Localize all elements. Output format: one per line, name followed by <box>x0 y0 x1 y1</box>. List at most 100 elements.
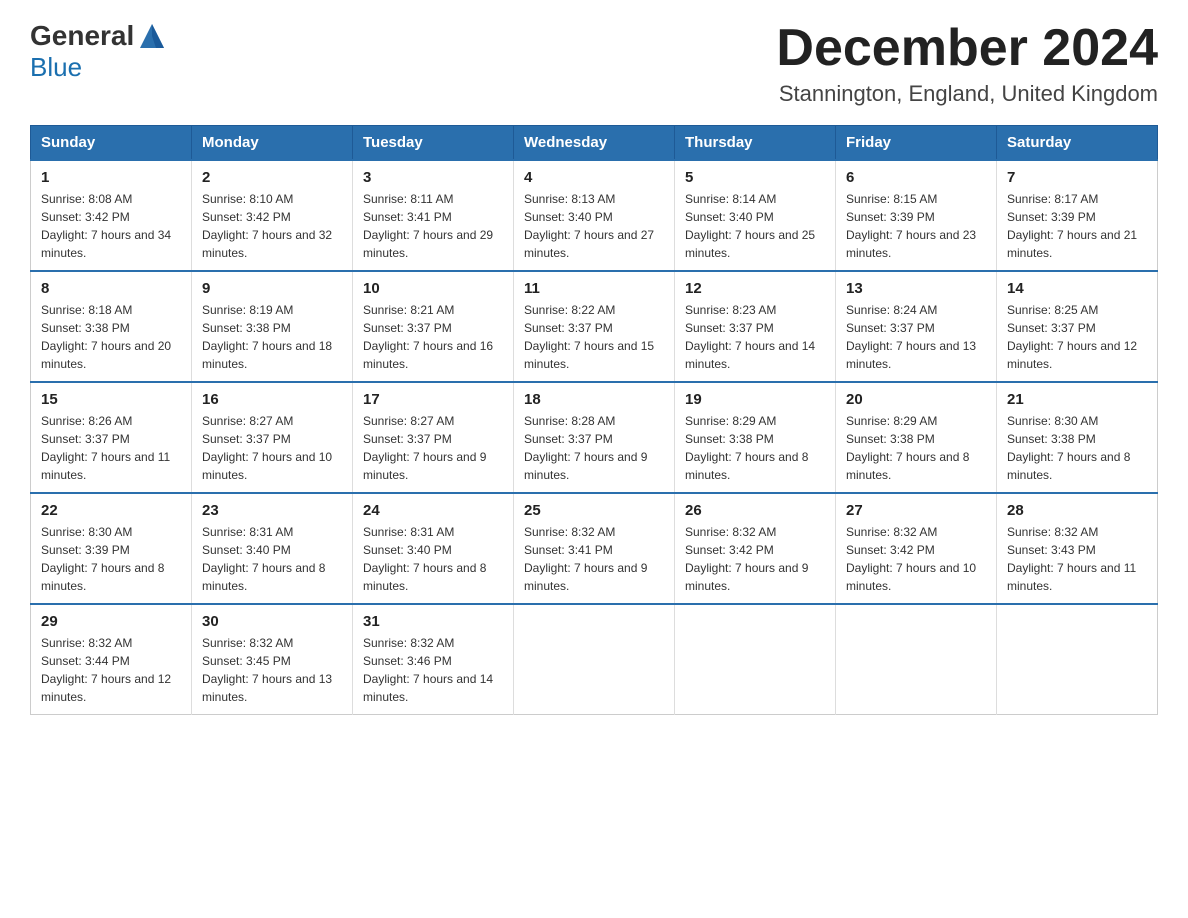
day-number: 5 <box>685 169 825 186</box>
day-info: Sunrise: 8:17 AMSunset: 3:39 PMDaylight:… <box>1007 190 1147 262</box>
calendar-cell: 25Sunrise: 8:32 AMSunset: 3:41 PMDayligh… <box>514 493 675 604</box>
calendar-cell: 16 Sunrise: 8:27 AMSunset: 3:37 PMDayligh… <box>192 382 353 493</box>
calendar-cell: 14Sunrise: 8:25 AMSunset: 3:37 PMDayligh… <box>997 271 1158 382</box>
calendar-table: SundayMondayTuesdayWednesdayThursdayFrid… <box>30 125 1158 715</box>
day-info: Sunrise: 8:24 AMSunset: 3:37 PMDaylight:… <box>846 301 986 373</box>
day-info: Sunrise: 8:27 AMSunset: 3:37 PMDaylight:… <box>202 412 342 484</box>
day-number: 20 <box>846 391 986 408</box>
calendar-week-row: 15 Sunrise: 8:26 AMSunset: 3:37 PMDayligh… <box>31 382 1158 493</box>
weekday-header-monday: Monday <box>192 126 353 161</box>
day-info: Sunrise: 8:32 AMSunset: 3:44 PMDaylight:… <box>41 634 181 706</box>
location-text: Stannington, England, United Kingdom <box>776 81 1158 107</box>
weekday-header-sunday: Sunday <box>31 126 192 161</box>
logo-icon <box>136 20 168 52</box>
calendar-cell: 28 Sunrise: 8:32 AMSunset: 3:43 PMDayligh… <box>997 493 1158 604</box>
calendar-cell <box>836 604 997 715</box>
day-info: Sunrise: 8:29 AMSunset: 3:38 PMDaylight:… <box>846 412 986 484</box>
logo-blue-text: Blue <box>30 52 82 83</box>
day-info: Sunrise: 8:28 AMSunset: 3:37 PMDaylight:… <box>524 412 664 484</box>
day-info: Sunrise: 8:13 AMSunset: 3:40 PMDaylight:… <box>524 190 664 262</box>
day-info: Sunrise: 8:22 AMSunset: 3:37 PMDaylight:… <box>524 301 664 373</box>
day-info: Sunrise: 8:32 AMSunset: 3:46 PMDaylight:… <box>363 634 503 706</box>
logo: General Blue <box>30 20 170 83</box>
day-number: 3 <box>363 169 503 186</box>
day-number: 15 <box>41 391 181 408</box>
calendar-cell: 4 Sunrise: 8:13 AMSunset: 3:40 PMDaylight… <box>514 160 675 271</box>
calendar-cell: 31Sunrise: 8:32 AMSunset: 3:46 PMDayligh… <box>353 604 514 715</box>
day-number: 17 <box>363 391 503 408</box>
day-info: Sunrise: 8:21 AMSunset: 3:37 PMDaylight:… <box>363 301 503 373</box>
day-info: Sunrise: 8:30 AMSunset: 3:39 PMDaylight:… <box>41 523 181 595</box>
day-info: Sunrise: 8:14 AMSunset: 3:40 PMDaylight:… <box>685 190 825 262</box>
calendar-cell: 11Sunrise: 8:22 AMSunset: 3:37 PMDayligh… <box>514 271 675 382</box>
day-info: Sunrise: 8:26 AMSunset: 3:37 PMDaylight:… <box>41 412 181 484</box>
day-info: Sunrise: 8:23 AMSunset: 3:37 PMDaylight:… <box>685 301 825 373</box>
day-info: Sunrise: 8:30 AMSunset: 3:38 PMDaylight:… <box>1007 412 1147 484</box>
calendar-cell <box>514 604 675 715</box>
day-number: 25 <box>524 502 664 519</box>
day-number: 30 <box>202 613 342 630</box>
day-info: Sunrise: 8:32 AMSunset: 3:42 PMDaylight:… <box>685 523 825 595</box>
day-number: 28 <box>1007 502 1147 519</box>
day-number: 2 <box>202 169 342 186</box>
day-info: Sunrise: 8:11 AMSunset: 3:41 PMDaylight:… <box>363 190 503 262</box>
calendar-cell: 27Sunrise: 8:32 AMSunset: 3:42 PMDayligh… <box>836 493 997 604</box>
weekday-header-wednesday: Wednesday <box>514 126 675 161</box>
calendar-cell: 15 Sunrise: 8:26 AMSunset: 3:37 PMDayligh… <box>31 382 192 493</box>
calendar-cell: 10Sunrise: 8:21 AMSunset: 3:37 PMDayligh… <box>353 271 514 382</box>
calendar-cell: 5 Sunrise: 8:14 AMSunset: 3:40 PMDaylight… <box>675 160 836 271</box>
title-area: December 2024 Stannington, England, Unit… <box>776 20 1158 107</box>
calendar-cell <box>997 604 1158 715</box>
day-number: 8 <box>41 280 181 297</box>
day-number: 12 <box>685 280 825 297</box>
calendar-cell: 1 Sunrise: 8:08 AMSunset: 3:42 PMDaylight… <box>31 160 192 271</box>
day-number: 16 <box>202 391 342 408</box>
day-number: 1 <box>41 169 181 186</box>
day-number: 24 <box>363 502 503 519</box>
calendar-cell: 24 Sunrise: 8:31 AMSunset: 3:40 PMDayligh… <box>353 493 514 604</box>
day-info: Sunrise: 8:27 AMSunset: 3:37 PMDaylight:… <box>363 412 503 484</box>
weekday-header-friday: Friday <box>836 126 997 161</box>
day-number: 9 <box>202 280 342 297</box>
weekday-header-thursday: Thursday <box>675 126 836 161</box>
calendar-cell: 7 Sunrise: 8:17 AMSunset: 3:39 PMDaylight… <box>997 160 1158 271</box>
calendar-cell: 20 Sunrise: 8:29 AMSunset: 3:38 PMDayligh… <box>836 382 997 493</box>
calendar-cell: 19Sunrise: 8:29 AMSunset: 3:38 PMDayligh… <box>675 382 836 493</box>
day-number: 23 <box>202 502 342 519</box>
calendar-cell: 30 Sunrise: 8:32 AMSunset: 3:45 PMDayligh… <box>192 604 353 715</box>
day-info: Sunrise: 8:18 AMSunset: 3:38 PMDaylight:… <box>41 301 181 373</box>
day-number: 27 <box>846 502 986 519</box>
logo-general-text: General <box>30 20 134 52</box>
month-title: December 2024 <box>776 20 1158 77</box>
day-number: 4 <box>524 169 664 186</box>
day-info: Sunrise: 8:31 AMSunset: 3:40 PMDaylight:… <box>202 523 342 595</box>
day-number: 6 <box>846 169 986 186</box>
day-info: Sunrise: 8:25 AMSunset: 3:37 PMDaylight:… <box>1007 301 1147 373</box>
day-number: 22 <box>41 502 181 519</box>
day-info: Sunrise: 8:29 AMSunset: 3:38 PMDaylight:… <box>685 412 825 484</box>
calendar-cell: 29 Sunrise: 8:32 AMSunset: 3:44 PMDayligh… <box>31 604 192 715</box>
weekday-header-tuesday: Tuesday <box>353 126 514 161</box>
day-number: 26 <box>685 502 825 519</box>
calendar-week-row: 22 Sunrise: 8:30 AMSunset: 3:39 PMDayligh… <box>31 493 1158 604</box>
calendar-cell: 18 Sunrise: 8:28 AMSunset: 3:37 PMDayligh… <box>514 382 675 493</box>
day-number: 18 <box>524 391 664 408</box>
calendar-week-row: 29 Sunrise: 8:32 AMSunset: 3:44 PMDayligh… <box>31 604 1158 715</box>
day-info: Sunrise: 8:19 AMSunset: 3:38 PMDaylight:… <box>202 301 342 373</box>
calendar-cell: 26 Sunrise: 8:32 AMSunset: 3:42 PMDayligh… <box>675 493 836 604</box>
day-info: Sunrise: 8:31 AMSunset: 3:40 PMDaylight:… <box>363 523 503 595</box>
day-number: 7 <box>1007 169 1147 186</box>
day-info: Sunrise: 8:08 AMSunset: 3:42 PMDaylight:… <box>41 190 181 262</box>
day-info: Sunrise: 8:32 AMSunset: 3:43 PMDaylight:… <box>1007 523 1147 595</box>
calendar-cell: 6Sunrise: 8:15 AMSunset: 3:39 PMDaylight… <box>836 160 997 271</box>
calendar-cell: 9 Sunrise: 8:19 AMSunset: 3:38 PMDaylight… <box>192 271 353 382</box>
day-info: Sunrise: 8:32 AMSunset: 3:45 PMDaylight:… <box>202 634 342 706</box>
day-number: 29 <box>41 613 181 630</box>
day-number: 21 <box>1007 391 1147 408</box>
calendar-cell: 3 Sunrise: 8:11 AMSunset: 3:41 PMDaylight… <box>353 160 514 271</box>
calendar-cell: 8 Sunrise: 8:18 AMSunset: 3:38 PMDaylight… <box>31 271 192 382</box>
calendar-week-row: 8 Sunrise: 8:18 AMSunset: 3:38 PMDaylight… <box>31 271 1158 382</box>
calendar-cell: 17 Sunrise: 8:27 AMSunset: 3:37 PMDayligh… <box>353 382 514 493</box>
calendar-cell: 22 Sunrise: 8:30 AMSunset: 3:39 PMDayligh… <box>31 493 192 604</box>
weekday-header-saturday: Saturday <box>997 126 1158 161</box>
